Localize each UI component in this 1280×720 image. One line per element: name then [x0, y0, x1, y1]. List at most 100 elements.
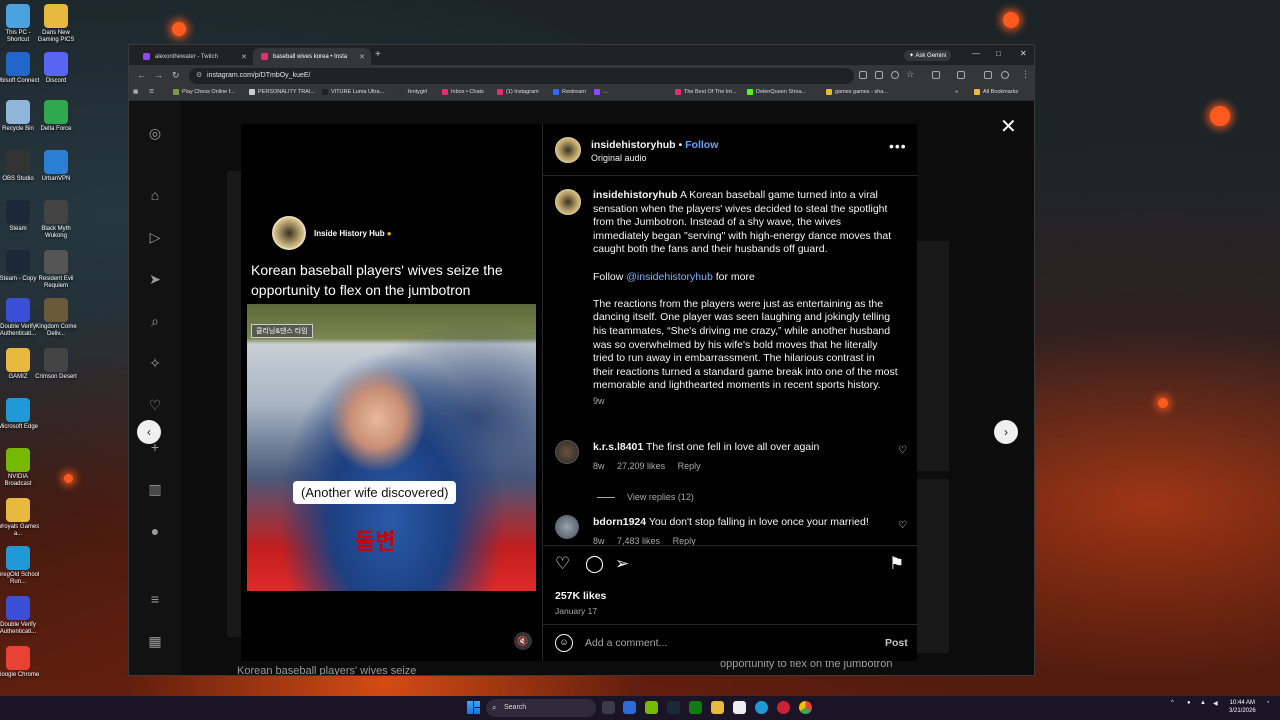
desktop-icon[interactable]: Google Chrome: [0, 646, 41, 679]
home-icon[interactable]: ⌂: [147, 187, 163, 203]
previous-post-arrow-icon[interactable]: ‹: [137, 420, 161, 444]
bookmarks-overflow-icon[interactable]: »: [955, 89, 958, 95]
bookmark-item[interactable]: fentygirl: [399, 89, 427, 95]
site-info-icon[interactable]: ⚙: [196, 68, 202, 84]
clock[interactable]: 10:44 AM 3/21/2026: [1229, 699, 1256, 715]
messages-icon[interactable]: ➤: [147, 271, 163, 287]
explore-icon[interactable]: ✧: [147, 355, 163, 371]
new-tab-button[interactable]: +: [375, 49, 381, 60]
tab-instagram[interactable]: baseball wives korea • Insta ✕: [253, 48, 371, 65]
desktop-icon[interactable]: GregOld School Run...: [0, 546, 41, 586]
tab-groups-icon[interactable]: ☰: [149, 89, 154, 95]
share-send-icon[interactable]: ➢: [615, 554, 629, 574]
app-icon[interactable]: [777, 701, 790, 714]
bookmark-item[interactable]: games games - sha...: [826, 89, 888, 95]
desktop-icon[interactable]: UrbanVPN: [33, 150, 79, 183]
steam-icon[interactable]: [667, 701, 680, 714]
reload-icon[interactable]: ↻: [172, 70, 180, 81]
author-avatar[interactable]: [555, 137, 581, 163]
back-icon[interactable]: ←: [137, 70, 146, 80]
desktop-icon[interactable]: Dans New Gaming PICS: [33, 4, 79, 44]
menu-icon[interactable]: ⋮: [1021, 69, 1030, 80]
like-heart-icon[interactable]: ♡: [555, 554, 570, 574]
comment-username[interactable]: k.r.s.l8401: [593, 441, 643, 453]
original-audio-link[interactable]: Original audio: [591, 153, 647, 163]
minimize-button[interactable]: —: [972, 49, 980, 58]
dashboard-icon[interactable]: ▥: [147, 481, 163, 497]
store-icon[interactable]: [733, 701, 746, 714]
comment-reply-button[interactable]: Reply: [673, 536, 696, 545]
commenter-avatar[interactable]: [555, 515, 579, 539]
bookmark-item[interactable]: PERSONALITY TRAI...: [249, 89, 315, 95]
nvidia-icon[interactable]: [645, 701, 658, 714]
instagram-logo-icon[interactable]: ◎: [147, 125, 163, 141]
bookmark-item[interactable]: ...: [594, 89, 608, 95]
author-username[interactable]: insidehistoryhub: [591, 139, 676, 151]
bookmark-item[interactable]: VITURE Luma Ultra...: [322, 89, 384, 95]
bookmark-star-icon[interactable]: ☆: [906, 69, 914, 80]
desktop-icon[interactable]: Wroyals Games a...: [0, 498, 41, 538]
desktop-icon[interactable]: Microsoft Edge: [0, 398, 41, 431]
url-field[interactable]: ⚙ instagram.com/p/DTmbOy_kueE/: [189, 68, 854, 84]
next-post-arrow-icon[interactable]: ›: [994, 420, 1018, 444]
bookmark-item[interactable]: The Best Of The Int...: [675, 89, 736, 95]
reels-icon[interactable]: ▷: [147, 229, 163, 245]
comment-username[interactable]: bdorn1924: [593, 516, 646, 528]
edge-icon[interactable]: [755, 701, 768, 714]
close-post-icon[interactable]: ✕: [1000, 117, 1017, 137]
mute-icon[interactable]: 🔇: [514, 632, 532, 650]
desktop-icon[interactable]: Black Myth Wukong: [33, 200, 79, 240]
caption-avatar[interactable]: [555, 189, 581, 215]
microphone-icon[interactable]: ●: [1187, 700, 1191, 706]
like-comment-heart-icon[interactable]: ♡: [898, 445, 907, 456]
xbox-icon[interactable]: [689, 701, 702, 714]
desktop-icon[interactable]: Double Verify Authenticati...: [0, 596, 41, 636]
tray-overflow-icon[interactable]: ^: [1171, 700, 1174, 706]
desktop-icon[interactable]: Delta Force: [33, 100, 79, 133]
close-window-button[interactable]: ✕: [1020, 49, 1027, 58]
likes-count[interactable]: 257K likes: [555, 590, 606, 602]
desktop-icon[interactable]: Kingdom Come Deliv...: [33, 298, 79, 338]
bookmark-item[interactable]: Restream: [553, 89, 586, 95]
close-tab-icon[interactable]: ✕: [241, 53, 247, 61]
view-replies-button[interactable]: View replies (12): [597, 492, 694, 502]
file-explorer-icon[interactable]: [711, 701, 724, 714]
desktop-icon[interactable]: Crimson Desert: [33, 348, 79, 381]
search-icon[interactable]: ⌕: [147, 313, 163, 329]
caption-mention-link[interactable]: @insidehistoryhub: [626, 271, 713, 283]
bookmark-item[interactable]: Play Chess Online f...: [173, 89, 235, 95]
bookmark-item[interactable]: (1) Instagram: [497, 89, 539, 95]
comment-likes[interactable]: 27,209 likes: [617, 461, 665, 471]
caption-username[interactable]: insidehistoryhub: [593, 189, 678, 201]
like-comment-heart-icon[interactable]: ♡: [898, 520, 907, 531]
sidepanel-icon[interactable]: [957, 71, 965, 79]
notifications-icon[interactable]: ♡: [147, 397, 163, 413]
more-options-icon[interactable]: •••: [889, 138, 907, 154]
save-bookmark-icon[interactable]: ⚑: [889, 554, 904, 574]
desktop-icon[interactable]: Resident Evil Requiem: [33, 250, 79, 290]
comment-reply-button[interactable]: Reply: [678, 461, 701, 471]
profile-avatar-icon[interactable]: ●: [147, 523, 163, 539]
chrome-icon[interactable]: [799, 701, 812, 714]
comment-likes[interactable]: 7,483 likes: [617, 536, 660, 545]
task-view-icon[interactable]: [602, 701, 615, 714]
volume-icon[interactable]: ◀: [1213, 700, 1218, 707]
comment-bubble-icon[interactable]: ◯: [585, 554, 604, 574]
bookmark-item[interactable]: DelenQueen Strea...: [747, 89, 806, 95]
zoom-icon[interactable]: [891, 71, 899, 79]
more-menu-icon[interactable]: ≡: [147, 591, 163, 607]
desktop-icon[interactable]: NVIDIA Broadcast: [0, 448, 41, 488]
post-comment-button[interactable]: Post: [885, 637, 908, 649]
taskbar-search[interactable]: ⌕ Search: [486, 699, 596, 717]
commenter-avatar[interactable]: [555, 440, 579, 464]
maximize-button[interactable]: □: [996, 49, 1001, 58]
settings-icon[interactable]: [623, 701, 636, 714]
comment-input[interactable]: Add a comment...: [585, 637, 667, 649]
extensions-icon[interactable]: [932, 71, 940, 79]
notifications-bell-icon[interactable]: ◔: [1266, 700, 1270, 706]
apps-icon[interactable]: ▦: [133, 89, 138, 95]
media-icon[interactable]: [984, 71, 992, 79]
also-from-meta-icon[interactable]: ▦: [147, 633, 163, 649]
tab-twitch[interactable]: alexonthewater - Twitch ✕: [135, 48, 253, 65]
desktop-icon[interactable]: Discord: [33, 52, 79, 85]
